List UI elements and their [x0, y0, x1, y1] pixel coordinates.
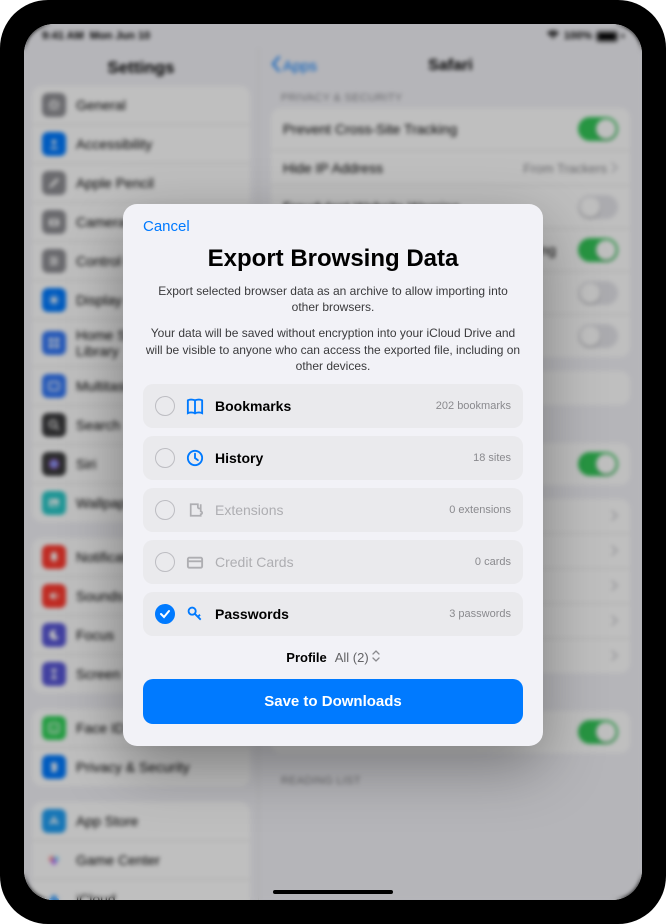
radio[interactable] — [155, 604, 175, 624]
option-label: Credit Cards — [215, 554, 465, 570]
radio — [155, 552, 175, 572]
option-count: 0 extensions — [449, 504, 511, 516]
export-option-credit-cards: Credit Cards 0 cards — [143, 540, 523, 584]
export-option-history[interactable]: History 18 sites — [143, 436, 523, 480]
option-count: 0 cards — [475, 556, 511, 568]
save-to-downloads-button[interactable]: Save to Downloads — [143, 679, 523, 724]
export-option-bookmarks[interactable]: Bookmarks 202 bookmarks — [143, 384, 523, 428]
modal-title: Export Browsing Data — [143, 245, 523, 273]
profile-selector[interactable]: Profile All (2) — [143, 650, 523, 665]
option-count: 202 bookmarks — [436, 400, 511, 412]
option-label: Bookmarks — [215, 398, 426, 414]
option-count: 3 passwords — [449, 608, 511, 620]
radio[interactable] — [155, 396, 175, 416]
updown-icon — [372, 650, 380, 665]
radio — [155, 500, 175, 520]
profile-label: Profile — [286, 650, 326, 665]
export-option-passwords[interactable]: Passwords 3 passwords — [143, 592, 523, 636]
card-icon — [185, 552, 205, 572]
cancel-button[interactable]: Cancel — [143, 218, 523, 235]
export-modal: Cancel Export Browsing Data Export selec… — [123, 204, 543, 746]
key-icon — [185, 604, 205, 624]
radio[interactable] — [155, 448, 175, 468]
option-label: Passwords — [215, 606, 439, 622]
book-icon — [185, 396, 205, 416]
screen: 9:41 AM Mon Jun 10 100% Settings General… — [24, 24, 642, 900]
puzzle-icon — [185, 500, 205, 520]
profile-value: All (2) — [335, 650, 369, 665]
option-label: History — [215, 450, 463, 466]
option-count: 18 sites — [473, 452, 511, 464]
home-indicator[interactable] — [273, 890, 393, 894]
option-label: Extensions — [215, 502, 439, 518]
modal-subtitle-2: Your data will be saved without encrypti… — [143, 325, 523, 374]
modal-subtitle-1: Export selected browser data as an archi… — [143, 283, 523, 315]
clock-icon — [185, 448, 205, 468]
ipad-frame: 9:41 AM Mon Jun 10 100% Settings General… — [0, 0, 666, 924]
export-option-extensions: Extensions 0 extensions — [143, 488, 523, 532]
